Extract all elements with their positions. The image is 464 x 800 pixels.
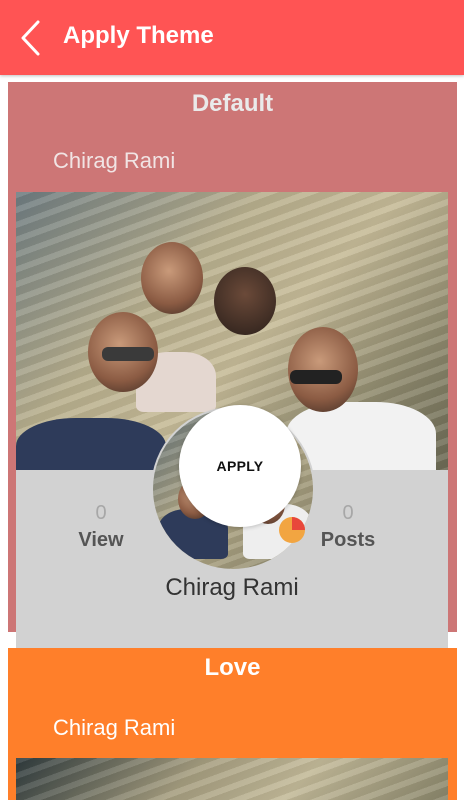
app-bar: Apply Theme — [0, 0, 464, 75]
view-count: 0 — [95, 502, 107, 524]
stat-view: 0 View — [41, 502, 161, 552]
theme-card-default[interactable]: Default Chirag Rami 0 View 0 Posts Chira… — [8, 82, 457, 700]
profile-preview: 0 View 0 Posts Chirag Rami APPLY — [16, 192, 448, 700]
chevron-left-icon — [21, 20, 40, 56]
apply-button[interactable]: APPLY — [179, 405, 301, 527]
back-button[interactable] — [18, 19, 44, 57]
theme-card-love[interactable]: Love Chirag Rami — [8, 648, 457, 800]
theme-name: Love — [204, 654, 261, 681]
theme-user-name: Chirag Rami — [53, 715, 176, 740]
cover-photo — [16, 758, 448, 800]
theme-name: Default — [191, 90, 274, 117]
page-title: Apply Theme — [63, 22, 214, 49]
view-label: View — [78, 529, 124, 551]
theme-user-name: Chirag Rami — [53, 148, 176, 173]
profile-name: Chirag Rami — [165, 574, 299, 601]
sticker-icon — [279, 517, 305, 543]
